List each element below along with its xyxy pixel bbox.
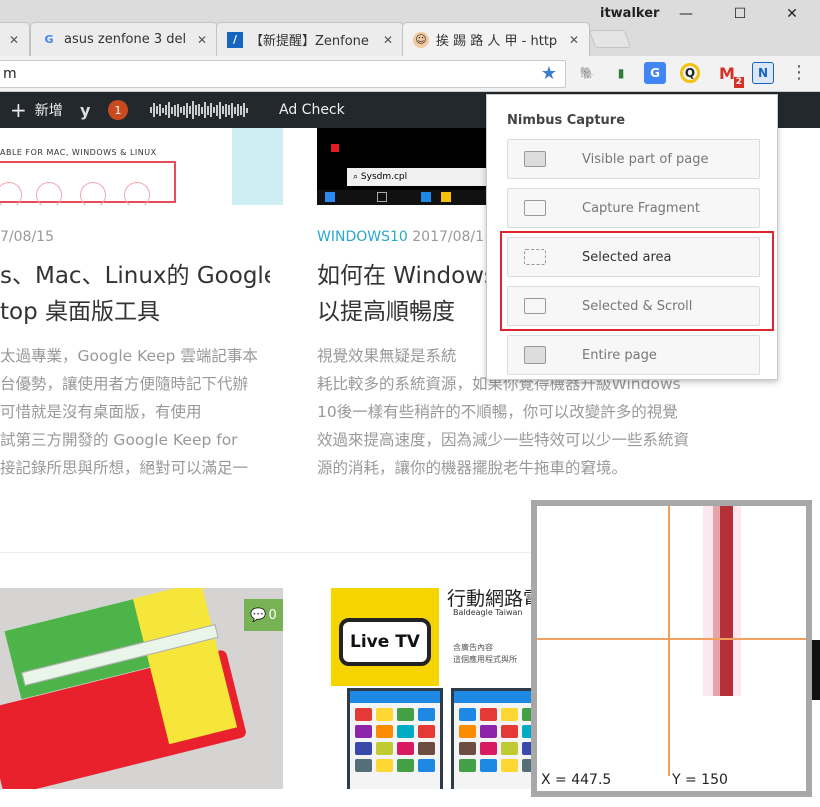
maximize-icon[interactable]: ☐ <box>730 6 750 22</box>
post-meta: WINDOWS10 2017/08/1 <box>317 229 487 245</box>
apple-icon <box>0 182 22 205</box>
post-date: 2017/08/1 <box>412 229 485 245</box>
tab-close-icon[interactable]: ✕ <box>379 33 397 47</box>
new-tab-button[interactable] <box>588 30 632 48</box>
comment-count-badge[interactable]: 💬 0 <box>244 599 283 631</box>
magnifier-loupe: X = 447.5 Y = 150 <box>531 500 812 797</box>
windows-icon <box>36 182 62 205</box>
popup-title: Nimbus Capture <box>507 113 626 128</box>
google-g-icon: G <box>44 33 54 46</box>
linux-icon <box>80 182 106 205</box>
capture-fragment-button[interactable]: Capture Fragment <box>507 188 760 228</box>
crosshair-horizontal <box>537 638 806 640</box>
chrome-icon <box>124 182 150 205</box>
tab-close-icon[interactable]: ✕ <box>565 33 583 47</box>
tab-google-search[interactable]: G asus zenfone 3 del ✕ <box>30 22 218 56</box>
tab-title: asus zenfone 3 del <box>64 32 187 47</box>
section-divider <box>0 552 535 553</box>
tab-close-icon[interactable]: ✕ <box>5 33 23 47</box>
entire-page-icon <box>524 346 546 364</box>
tab-partial[interactable]: ✕ <box>0 22 30 56</box>
tab-title: 挨 踢 路 人 甲 - http <box>436 34 558 49</box>
plus-icon: + <box>10 98 27 122</box>
yellow-q-icon[interactable]: Q <box>680 63 700 83</box>
phone-screenshot <box>347 688 443 789</box>
app-developer: Baldeagle Taiwan <box>453 608 523 617</box>
new-label: 新增 <box>34 103 63 119</box>
search-text: Sysdm.cpl <box>360 172 408 182</box>
entire-page-button[interactable]: Entire page <box>507 335 760 375</box>
post-category-link[interactable]: WINDOWS10 <box>317 229 408 245</box>
app-meta: 含廣告內容 這個應用程式與所 <box>453 643 517 664</box>
live-tv-logo: Live TV <box>331 588 439 686</box>
visible-page-icon <box>524 151 546 167</box>
post-thumbnail-thermal-paste[interactable] <box>0 588 283 789</box>
gmail-icon[interactable]: M 2 <box>716 62 744 88</box>
highlight-annotation-box <box>500 231 774 331</box>
person-avatar-icon: ☺ <box>413 31 429 48</box>
y-coordinate: Y = 150 <box>672 772 728 788</box>
new-post-button[interactable]: + 新增 <box>10 92 63 128</box>
post-excerpt: 太過專業，Google Keep 雲端記事本 台優勢，讓使用者方便隨時記下代辦 … <box>0 347 258 477</box>
run-search-box: ⌕ Sysdm.cpl <box>347 168 487 186</box>
chrome-menu-icon[interactable]: ⋮ <box>790 60 808 86</box>
comment-count: 0 <box>268 607 277 623</box>
google-translate-icon[interactable]: G <box>644 62 666 84</box>
crosshair-vertical <box>668 506 670 776</box>
gmail-badge: 2 <box>733 77 744 88</box>
address-text: m <box>3 66 17 82</box>
post-title[interactable]: 如何在 Windows 以提高順暢度 <box>317 258 487 330</box>
page-edge-fragment <box>812 640 820 700</box>
ad-check-link[interactable]: Ad Check <box>279 92 345 128</box>
stats-sparkline[interactable] <box>150 92 248 128</box>
visible-part-button[interactable]: Visible part of page <box>507 139 760 179</box>
tab-title: 【新提醒】Zenfone <box>250 34 369 49</box>
tab-zenfone[interactable]: / 【新提醒】Zenfone ✕ <box>216 22 404 56</box>
minimize-icon[interactable]: — <box>676 6 696 22</box>
green-clip-icon[interactable]: ▮ <box>610 62 632 84</box>
notification-count: 1 <box>108 100 128 120</box>
yoast-button[interactable]: y <box>80 92 90 128</box>
bookmark-star-icon[interactable]: ★ <box>541 61 557 87</box>
tab-strip: ✕ G asus zenfone 3 del ✕ / 【新提醒】Zenfone … <box>0 0 820 56</box>
comment-icon: 💬 <box>250 607 267 623</box>
post-thumbnail-keep[interactable]: ABLE FOR MAC, WINDOWS & LINUX <box>0 128 283 205</box>
stats-bars-icon <box>150 100 248 120</box>
post-thumbnail-live-tv[interactable]: Live TV 行動網路電 Baldeagle Taiwan 含廣告內容 這個應… <box>317 588 535 789</box>
fragment-icon <box>524 200 546 216</box>
yoast-icon: y <box>80 100 91 120</box>
red-dot <box>331 144 339 152</box>
post-title[interactable]: s、Mac、Linux的 Google top 桌面版工具 <box>0 258 270 330</box>
tab-close-icon[interactable]: ✕ <box>193 33 211 47</box>
tab-active-site[interactable]: ☺ 挨 踢 路 人 甲 - http ✕ <box>402 22 590 56</box>
address-bar[interactable]: m ★ <box>0 60 566 88</box>
evernote-icon[interactable]: 🐘 <box>576 62 598 84</box>
nimbus-icon[interactable]: N <box>752 62 774 84</box>
x-coordinate: X = 447.5 <box>541 772 612 788</box>
thumbnail-caption: ABLE FOR MAC, WINDOWS & LINUX <box>0 148 157 157</box>
blue-slash-icon: / <box>227 31 243 48</box>
tv-screen: Live TV <box>339 618 431 666</box>
post-date: 7/08/15 <box>0 229 54 245</box>
notifications-badge[interactable]: 1 <box>108 92 128 128</box>
close-icon[interactable]: ✕ <box>782 6 802 22</box>
zoom-stripe-dark <box>720 506 733 696</box>
profile-name[interactable]: itwalker <box>600 6 659 21</box>
phone-screenshot <box>451 688 535 789</box>
